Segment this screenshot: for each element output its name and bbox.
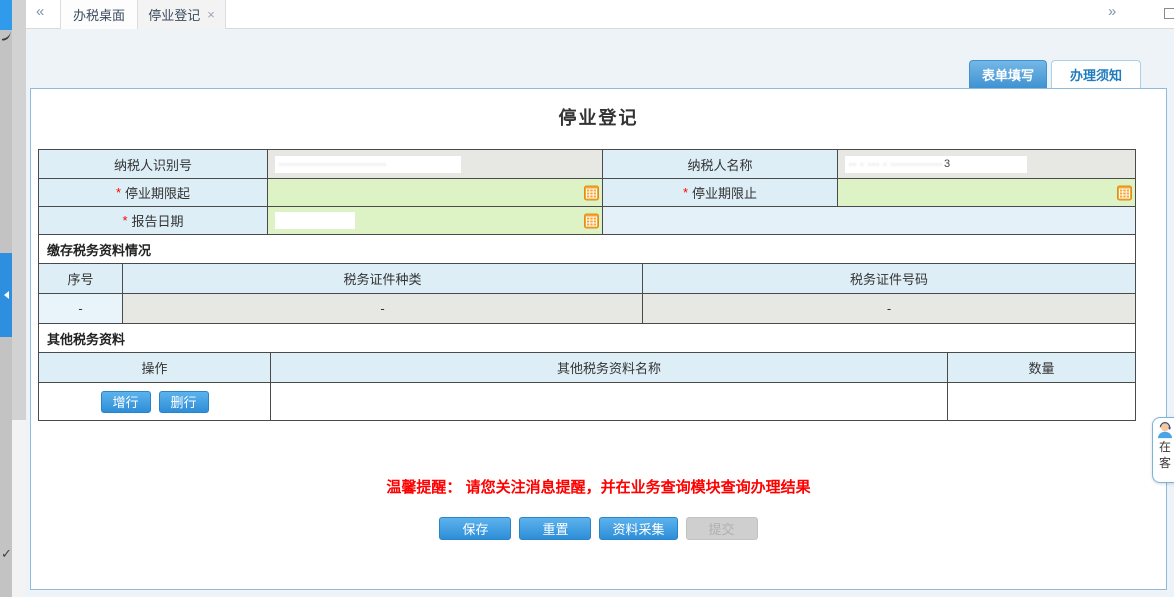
save-button[interactable]: 保存 [439,517,511,540]
taxpayer-name-label: 纳税人名称 [602,150,837,178]
taxpayer-id-cell: ··························· [267,150,602,178]
checkmark-icon: ✓ [1,546,12,562]
form-panel: 停业登记 纳税人识别号 ··························· … [30,88,1167,590]
online-service-widget[interactable]: 在 客 [1152,417,1174,483]
col-header-quantity: 数量 [947,353,1135,382]
tab-tax-desktop-label: 办税桌面 [73,5,125,24]
required-marker: * [122,213,127,228]
taxpayer-id-value: ··························· [279,159,387,169]
sidebar-collapse-handle[interactable] [0,253,12,337]
table-row: * 报告日期 [39,206,1135,234]
document-tabbar: « 办税桌面 停业登记 × » [26,0,1174,29]
taxpayer-name-input[interactable]: ·· · ··· · ············· 3 [845,156,1027,173]
taxpayer-name-cell: ·· · ··· · ············· 3 [837,150,1135,178]
tab-suspension-registration[interactable]: 停业登记 × [138,0,226,29]
taxpayer-name-value: ·· · ··· · ············· [849,159,943,169]
calendar-icon[interactable] [584,185,599,200]
material-name-cell[interactable] [270,383,947,420]
left-scroll-thumb[interactable] [12,0,26,420]
cert-type-value: - [122,294,642,323]
calendar-icon[interactable] [584,213,599,228]
report-date-label: * 报告日期 [39,207,267,234]
delete-row-button[interactable]: 删行 [159,391,209,413]
tab-handling-notes[interactable]: 办理须知 [1051,60,1141,88]
collapse-triangle-icon [4,291,9,299]
tab-suspension-label: 停业登记 [148,5,200,24]
tab-form-fill[interactable]: 表单填写 [969,60,1047,88]
suspend-end-field[interactable] [837,179,1135,206]
tabs-expand-icon[interactable]: » [1108,3,1116,20]
taxpayer-id-input[interactable]: ··························· [275,156,461,173]
tabs-collapse-icon[interactable]: « [36,3,44,20]
seq-value: - [39,294,122,323]
app-window: ✓ « 办税桌面 停业登记 × » 表单填写 办理须知 停业登记 纳税人识别号 [0,0,1174,597]
required-marker: * [683,185,688,200]
table-row: 纳税人识别号 ··························· 纳税人名称… [39,150,1135,178]
quantity-cell[interactable] [947,383,1135,420]
left-rail: ✓ [0,0,12,597]
registration-table: 纳税人识别号 ··························· 纳税人名称… [38,149,1136,421]
maximize-icon[interactable] [1164,8,1174,19]
tab-close-icon[interactable]: × [207,7,215,22]
service-agent-icon [1156,421,1174,439]
operation-cell: 增行 删行 [39,383,270,420]
table-row: 缴存税务资料情况 [39,234,1135,263]
col-header-material-name: 其他税务资料名称 [270,353,947,382]
col-header-cert-type: 税务证件种类 [122,264,642,293]
reset-button[interactable]: 重置 [519,517,591,540]
table-row: 其他税务资料 [39,323,1135,352]
scroll-squiggle-icon [0,30,12,41]
report-date-input[interactable] [275,212,355,229]
taxpayer-id-label: 纳税人识别号 [39,150,267,178]
calendar-icon[interactable] [1117,185,1132,200]
report-date-field[interactable] [267,207,602,234]
collect-button[interactable]: 资料采集 [599,517,677,540]
left-scroll-track[interactable] [12,0,26,597]
tab-tax-desktop[interactable]: 办税桌面 [60,0,138,29]
suspend-start-label: * 停业期限起 [39,179,267,206]
required-marker: * [116,185,121,200]
table-row: - - - [39,293,1135,323]
suspend-start-field[interactable] [267,179,602,206]
empty-cell [602,207,1135,234]
taxpayer-name-suffix: 3 [944,158,950,170]
service-label-char: 客 [1159,456,1171,471]
warm-reminder-text: 温馨提醒： 请您关注消息提醒，并在业务查询模块查询办理结果 [31,476,1166,497]
table-row: 增行 删行 [39,382,1135,420]
action-bar: 保存 重置 资料采集 提交 [31,517,1166,540]
page-title: 停业登记 [31,104,1166,130]
rail-blue-segment [0,0,12,30]
col-header-operation: 操作 [39,353,270,382]
service-label-char: 在 [1159,440,1171,455]
col-header-cert-number: 税务证件号码 [642,264,1135,293]
add-row-button[interactable]: 增行 [101,391,151,413]
cert-number-value: - [642,294,1135,323]
other-section-title: 其他税务资料 [39,324,1135,352]
table-row: 序号 税务证件种类 税务证件号码 [39,263,1135,293]
suspend-end-label: * 停业期限止 [602,179,837,206]
table-row: 操作 其他税务资料名称 数量 [39,352,1135,382]
col-header-seq: 序号 [39,264,122,293]
table-row: * 停业期限起 * 停业期限止 [39,178,1135,206]
submit-button[interactable]: 提交 [686,517,758,540]
deposit-section-title: 缴存税务资料情况 [39,235,1135,263]
view-tabs: 表单填写 办理须知 [969,60,1141,88]
